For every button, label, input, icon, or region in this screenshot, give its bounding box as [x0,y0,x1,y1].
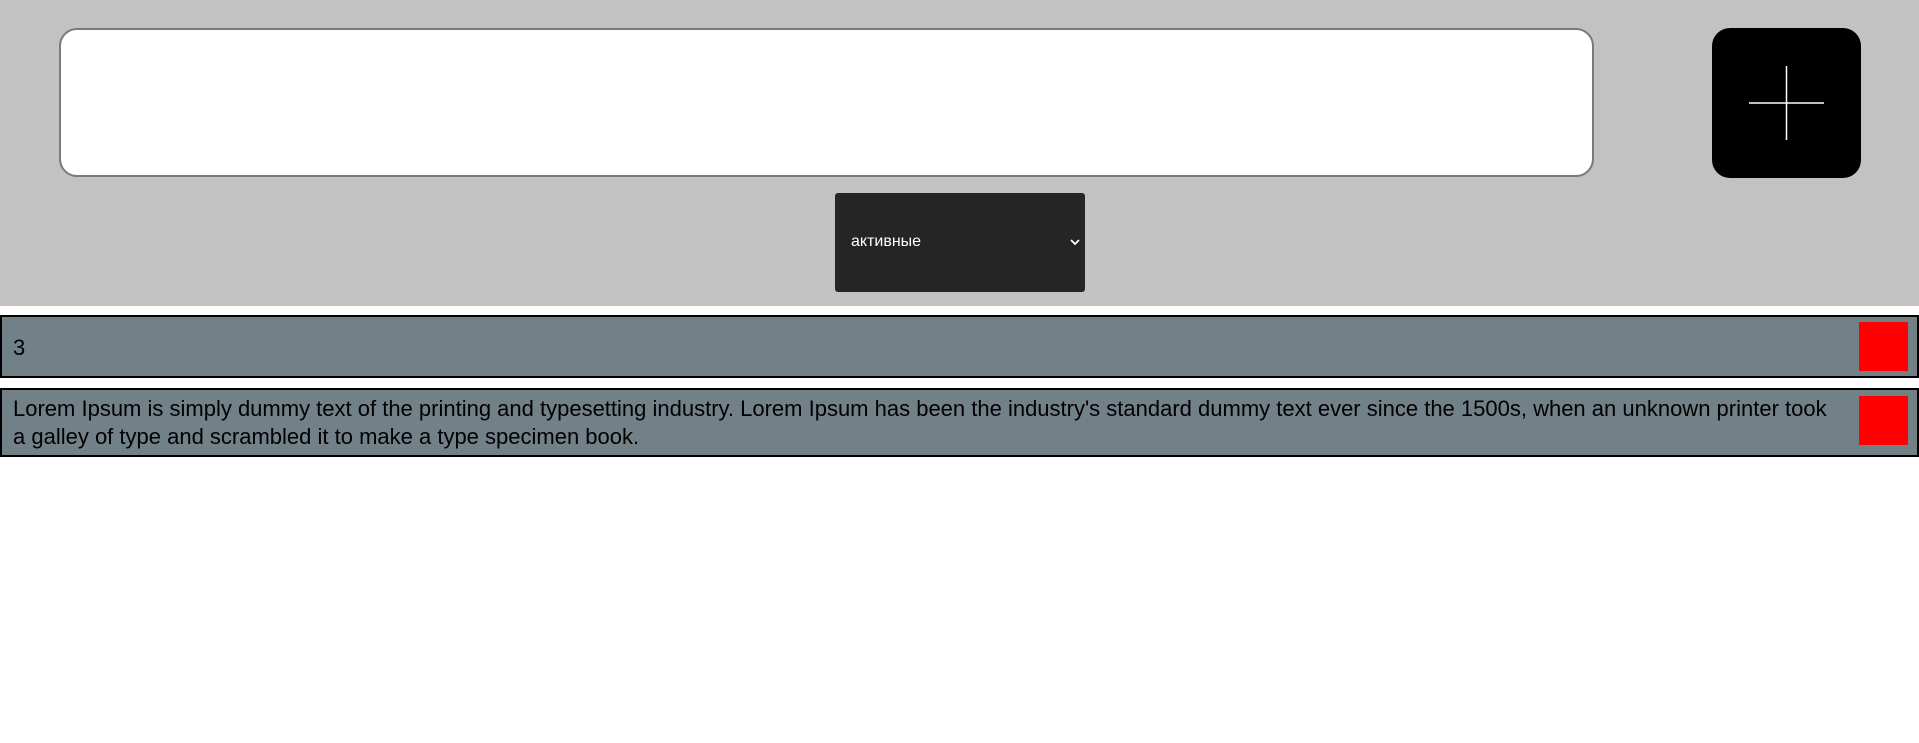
todo-item: 3 [0,315,1919,378]
todo-input[interactable] [59,28,1594,177]
filter-select[interactable]: активные [835,193,1085,292]
delete-button[interactable] [1859,322,1908,371]
chevron-down-icon [1070,239,1080,246]
plus-icon [1749,66,1824,140]
filter-selected-value: активные [851,233,922,250]
add-button[interactable] [1712,28,1861,178]
todo-text: Lorem Ipsum is simply dummy text of the … [13,396,1827,449]
todo-text: 3 [13,335,26,360]
delete-button[interactable] [1859,396,1908,445]
header: активные [0,0,1919,306]
todo-item: Lorem Ipsum is simply dummy text of the … [0,388,1919,457]
